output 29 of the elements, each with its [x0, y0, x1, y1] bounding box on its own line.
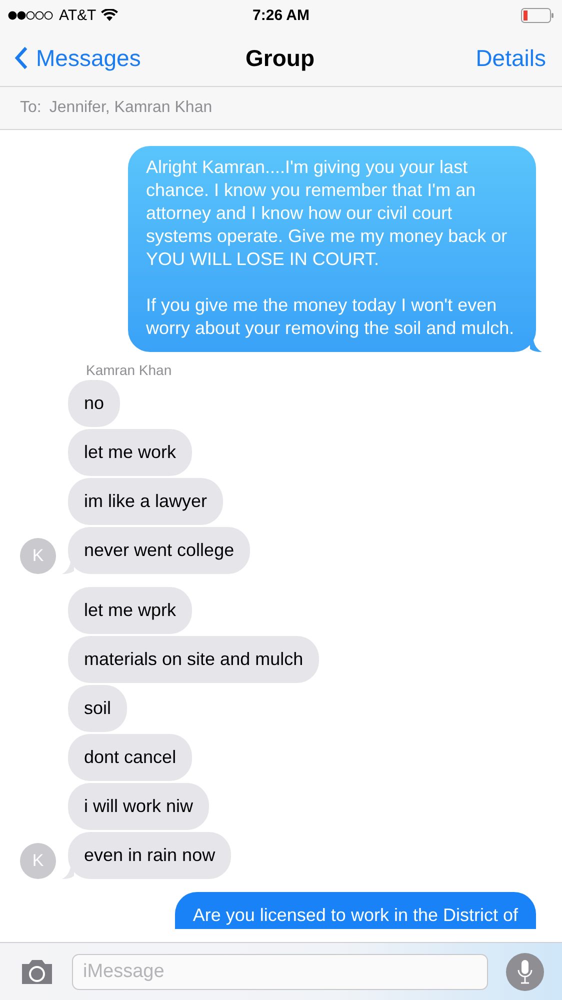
to-label: To:	[20, 99, 42, 117]
received-message: no	[68, 380, 120, 427]
microphone-icon	[517, 958, 533, 984]
received-message: never went college	[68, 527, 250, 574]
bubble-tail	[530, 337, 542, 352]
received-message: materials on site and mulch	[68, 636, 320, 683]
received-message: let me wprk	[68, 587, 192, 634]
received-message: let me work	[68, 429, 192, 476]
wifi-icon	[101, 9, 118, 21]
sent-message: Are you licensed to work in the District of	[174, 892, 536, 929]
received-message: even in rain now	[68, 832, 232, 879]
sender-name: Kamran Khan	[86, 362, 173, 378]
chevron-left-icon	[14, 46, 28, 70]
sent-message: Alright Kamran....I'm giving you your last chance. I know you remember that I'm an attorney and I know how our civil court systems operate. Give me my money back or YOU WILL LOSE IN COURT. If you give me the money today I won't even worry about your removing the soil and mulch.	[128, 146, 536, 352]
received-message: i will work niw	[68, 783, 210, 830]
signal-icon	[8, 10, 54, 20]
back-button[interactable]: Messages	[14, 44, 246, 72]
received-message: dont cancel	[68, 734, 192, 781]
carrier-name: AT&T	[59, 6, 96, 24]
received-message: soil	[68, 685, 128, 732]
battery-icon	[521, 8, 554, 22]
details-link[interactable]: Details	[314, 44, 546, 72]
received-message: im like a lawyer	[68, 478, 224, 525]
recipient-names: Jennifer, Kamran Khan	[49, 99, 212, 117]
camera-icon[interactable]	[20, 958, 54, 984]
conversation-title: Group	[246, 44, 314, 72]
clock-time: 7:26 AM	[252, 6, 310, 24]
message-input[interactable]: iMessage	[72, 954, 488, 990]
microphone-button[interactable]	[506, 952, 544, 990]
